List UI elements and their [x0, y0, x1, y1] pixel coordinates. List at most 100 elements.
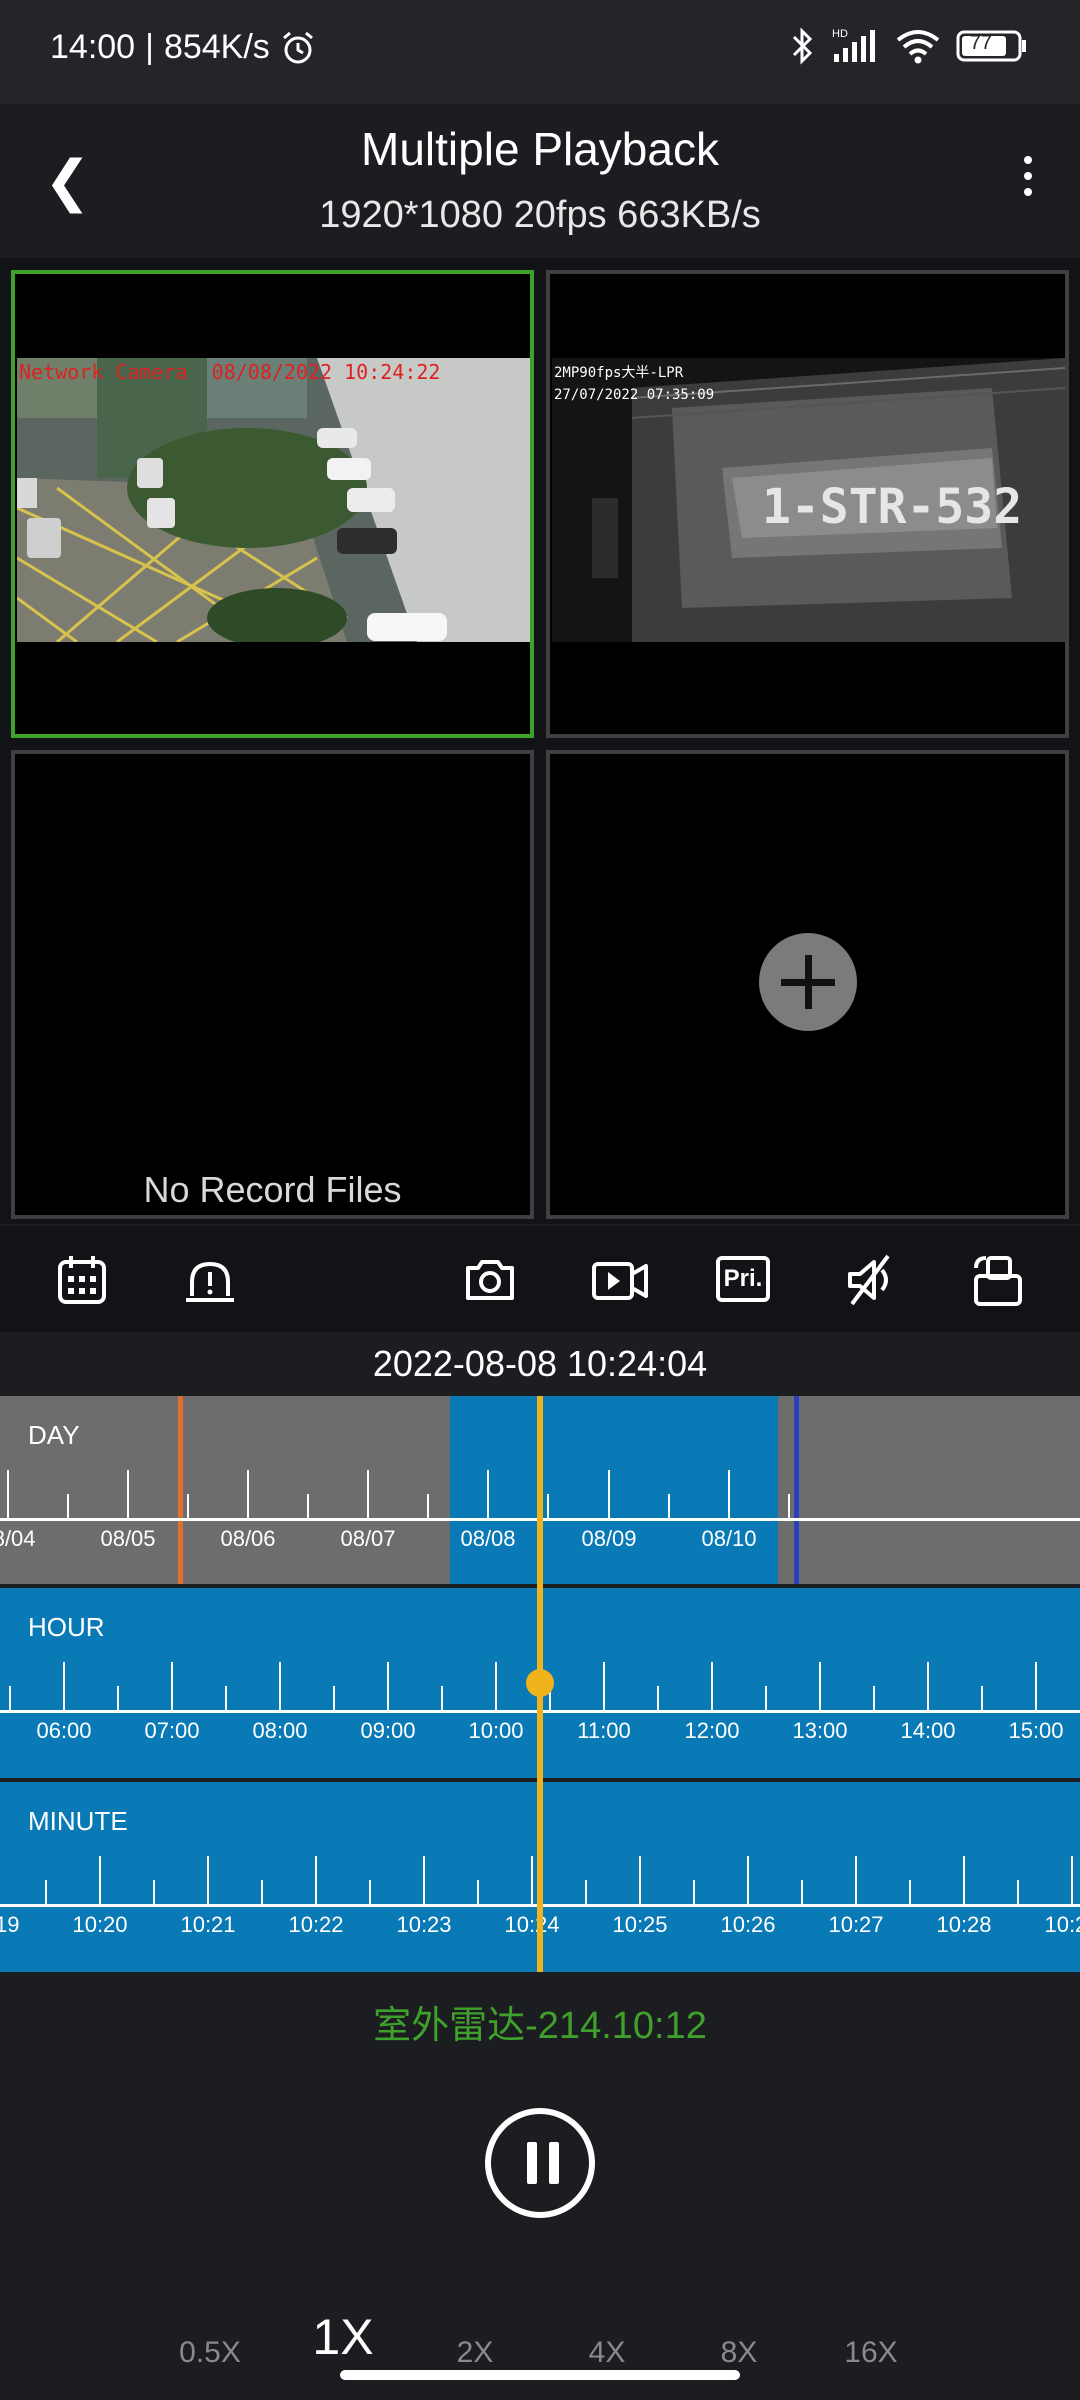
- minute-tick-label: 10:28: [936, 1912, 992, 1937]
- day-label: DAY: [28, 1420, 80, 1450]
- minute-tick-label: 10:21: [180, 1912, 236, 1937]
- minute-tick-label: 10:24: [504, 1912, 560, 1937]
- minute-tick-label: 10:23: [396, 1912, 452, 1937]
- day-event-marker-orange: [178, 1396, 183, 1584]
- hour-tick: [495, 1662, 497, 1710]
- video-cell-1[interactable]: Network Camera 08/08/2022 10:24:22: [11, 270, 534, 738]
- day-tick-label: 08/10: [701, 1526, 757, 1551]
- hour-tick: [387, 1662, 389, 1710]
- video-cell-3[interactable]: No Record Files: [11, 750, 534, 1219]
- hour-tick-label: 15:00: [1008, 1718, 1064, 1743]
- day-tick: [7, 1470, 9, 1518]
- speed-option-16x[interactable]: 16X: [844, 2336, 897, 2370]
- hour-tick-minor: [117, 1686, 119, 1710]
- private-mode-icon[interactable]: Pri.: [716, 1256, 770, 1302]
- minute-tick: [855, 1856, 857, 1904]
- video-cell-2[interactable]: 1-STR-532 2MP90fps大半-LPR 27/07/2022 07:3…: [546, 270, 1069, 738]
- speed-selector: 0.5X 1X 2X 4X 8X 16X: [0, 2300, 1080, 2370]
- plus-circle-icon[interactable]: [759, 933, 857, 1031]
- hour-tick-label: 12:00: [684, 1718, 740, 1743]
- minute-tick-label: 10:27: [828, 1912, 884, 1937]
- minute-tick-label: 10:25: [612, 1912, 668, 1937]
- minute-tick-minor: [153, 1880, 155, 1904]
- day-tick: [367, 1470, 369, 1518]
- minute-tick-minor: [45, 1880, 47, 1904]
- record-video-icon[interactable]: [590, 1252, 650, 1308]
- status-bar: 14:00 | 854K/s HD 77: [0, 0, 1080, 104]
- hour-tick: [711, 1662, 713, 1710]
- speed-option-8x[interactable]: 8X: [721, 2336, 758, 2370]
- mute-speaker-icon[interactable]: [842, 1252, 898, 1308]
- calendar-icon[interactable]: [54, 1252, 110, 1308]
- rotate-screen-icon[interactable]: [970, 1252, 1026, 1308]
- more-vertical-icon[interactable]: [1016, 156, 1040, 196]
- hour-tick: [171, 1662, 173, 1710]
- day-tick-label: 08/07: [340, 1526, 396, 1551]
- hour-tick-label: 06:00: [36, 1718, 92, 1743]
- video-grid: Network Camera 08/08/2022 10:24:22 1-STR…: [0, 258, 1080, 1224]
- plate-text: 1-STR-532: [762, 479, 1022, 535]
- minute-tick-label: 10:26: [720, 1912, 776, 1937]
- hour-tick-minor: [333, 1686, 335, 1710]
- hour-tick-minor: [9, 1686, 11, 1710]
- stream-info: 1920*1080 20fps 663KB/s: [319, 194, 761, 236]
- hour-tick: [927, 1662, 929, 1710]
- street-camera-feed: [17, 358, 530, 642]
- day-tick-minor: [307, 1494, 309, 1518]
- day-tick-minor: [427, 1494, 429, 1518]
- day-tick: [247, 1470, 249, 1518]
- day-tick-label: 08/08: [460, 1526, 516, 1551]
- minute-tick-label: 10:19: [0, 1912, 20, 1937]
- minute-tick-minor: [585, 1880, 587, 1904]
- status-right: HD 77: [790, 26, 1028, 66]
- hour-tick-label: 14:00: [900, 1718, 956, 1743]
- minute-tick: [99, 1856, 101, 1904]
- speed-option-4x[interactable]: 4X: [589, 2336, 626, 2370]
- hd-signal-icon: HD: [832, 28, 875, 62]
- day-tick-minor: [187, 1494, 189, 1518]
- day-event-marker-blue: [794, 1396, 799, 1584]
- hour-tick-minor: [225, 1686, 227, 1710]
- minute-tick: [207, 1856, 209, 1904]
- hour-tick-label: 11:00: [577, 1718, 631, 1743]
- home-indicator[interactable]: [340, 2370, 740, 2380]
- hour-tick: [63, 1662, 65, 1710]
- status-time: 14:00: [50, 28, 136, 66]
- playback-current-time: 2022-08-08 10:24:04: [0, 1332, 1080, 1396]
- hour-tick-minor: [873, 1686, 875, 1710]
- minute-tick-label: 10:29: [1044, 1912, 1080, 1937]
- minute-tick: [747, 1856, 749, 1904]
- video-cell-4[interactable]: [546, 750, 1069, 1219]
- status-separator: |: [145, 28, 154, 66]
- hour-tick-label: 08:00: [252, 1718, 308, 1743]
- minute-tick: [639, 1856, 641, 1904]
- pause-button[interactable]: [485, 2108, 595, 2218]
- minute-label: MINUTE: [28, 1806, 128, 1836]
- alarm-event-icon[interactable]: [182, 1252, 238, 1308]
- selected-channel-name: 室外雷达-214.10:12: [373, 2005, 707, 2047]
- speed-option-0-5x[interactable]: 0.5X: [179, 2336, 241, 2370]
- speed-option-2x[interactable]: 2X: [457, 2336, 494, 2370]
- day-tick-minor: [67, 1494, 69, 1518]
- hour-tick: [819, 1662, 821, 1710]
- hour-tick-minor: [441, 1686, 443, 1710]
- hour-label: HOUR: [28, 1612, 105, 1642]
- day-tick-label: 08/06: [220, 1526, 276, 1551]
- day-tick-minor: [668, 1494, 670, 1518]
- minute-tick-minor: [477, 1880, 479, 1904]
- hour-tick: [1035, 1662, 1037, 1710]
- speed-option-1x[interactable]: 1X: [312, 2308, 373, 2366]
- minute-tick: [1071, 1856, 1073, 1904]
- day-tick: [487, 1470, 489, 1518]
- minute-tick-minor: [1017, 1880, 1019, 1904]
- network-speed: 854K/s: [163, 28, 270, 66]
- day-tick-label: 08/05: [100, 1526, 156, 1551]
- snapshot-camera-icon[interactable]: [462, 1252, 518, 1308]
- osd-overlay-1: Network Camera 08/08/2022 10:24:22: [19, 360, 440, 384]
- osd-camera-name-2: 2MP90fps大半-LPR: [554, 365, 684, 381]
- day-tick: [127, 1470, 129, 1518]
- day-tick: [728, 1470, 730, 1518]
- hour-tick-label: 07:00: [144, 1718, 200, 1743]
- minute-tick: [423, 1856, 425, 1904]
- playhead-handle[interactable]: [526, 1669, 554, 1697]
